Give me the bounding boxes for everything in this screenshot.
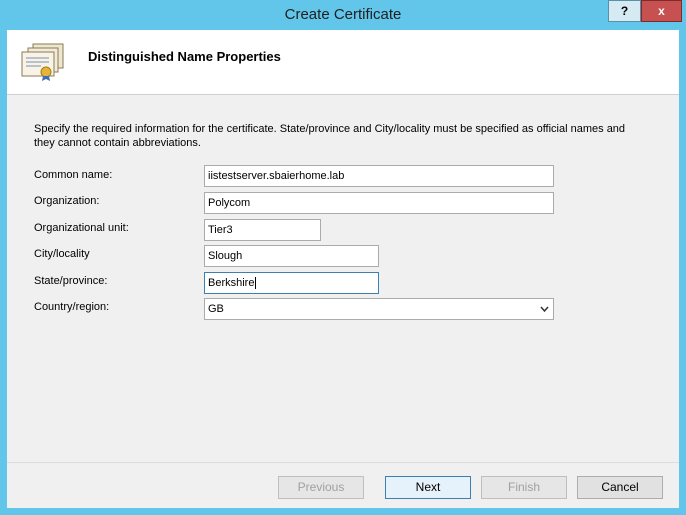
city-label: City/locality [34,248,90,260]
title-bar[interactable]: Create Certificate ? x [0,0,686,30]
dialog-client-area: Distinguished Name Properties Specify th… [7,30,679,508]
cancel-button[interactable]: Cancel [577,476,663,499]
chevron-down-icon[interactable] [540,299,549,327]
close-button[interactable]: x [641,0,682,22]
footer-divider [7,462,679,463]
previous-button[interactable]: Previous [278,476,364,499]
wizard-header: Distinguished Name Properties [7,30,679,95]
city-field[interactable]: Slough [204,245,379,267]
instructions-text: Specify the required information for the… [34,123,626,149]
organizational-unit-field[interactable]: Tier3 [204,219,321,241]
next-button[interactable]: Next [385,476,471,499]
state-field[interactable]: Berkshire [204,272,379,294]
text-caret [255,277,257,290]
common-name-label: Common name: [34,169,113,181]
organization-field[interactable]: Polycom [204,192,554,214]
state-field-value: Berkshire [208,277,255,289]
country-label: Country/region: [34,301,110,313]
country-select-value: GB [208,303,224,315]
certificate-icon [21,43,64,81]
page-title: Distinguished Name Properties [88,49,281,64]
state-label: State/province: [34,275,108,287]
window-border [0,30,7,515]
organization-label: Organization: [34,195,100,207]
create-certificate-window: Create Certificate ? x Distinguished Nam… [0,0,686,515]
help-button[interactable]: ? [608,0,641,22]
organizational-unit-label: Organizational unit: [34,222,129,234]
common-name-field[interactable]: iistestserver.sbaierhome.lab [204,165,554,187]
finish-button[interactable]: Finish [481,476,567,499]
window-title: Create Certificate [284,6,402,23]
country-select[interactable]: GB [204,298,554,320]
